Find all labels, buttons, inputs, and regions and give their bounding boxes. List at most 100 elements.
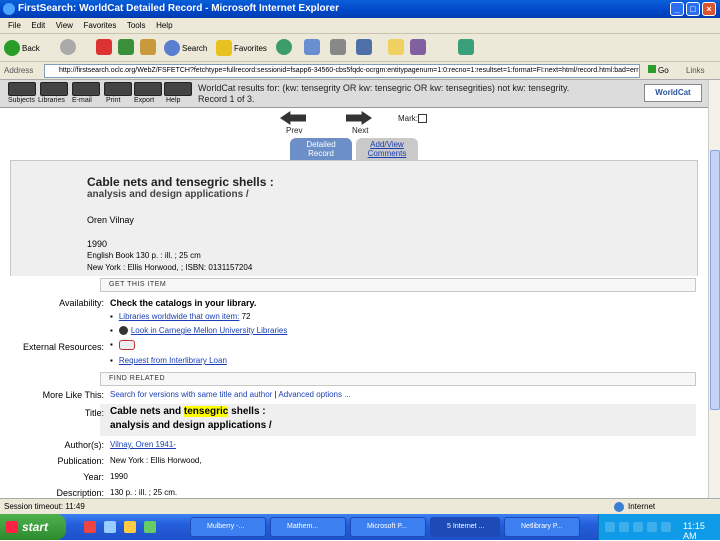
search-results-text: WorldCat results for: (kw: tensegrity OR… (198, 83, 570, 93)
app-quicklaunch-icon[interactable] (144, 521, 156, 533)
volume-icon[interactable] (661, 522, 671, 532)
clock: 11:15 AM (683, 521, 705, 541)
menu-favorites[interactable]: Favorites (83, 21, 116, 30)
print-button[interactable] (104, 82, 132, 96)
libraries-item: Libraries worldwide that own item: 72 (110, 312, 251, 321)
task-mathem[interactable]: Mathem... (270, 517, 346, 537)
tab-add-view-comments[interactable]: Add/View Comments (356, 138, 418, 160)
links-label[interactable]: Links (686, 66, 705, 75)
author-link[interactable]: Vilnay, Oren 1941- (110, 440, 176, 449)
email-label: E-mail (72, 97, 92, 104)
task-netlibrary[interactable]: Netlibrary P... (504, 517, 580, 537)
start-button[interactable]: start (0, 514, 66, 540)
quicklaunch-icon[interactable] (84, 521, 96, 533)
publication-value: New York : Ellis Horwood, (110, 456, 202, 465)
worldcat-logo: WorldCat (644, 84, 702, 102)
menu-tools[interactable]: Tools (127, 21, 146, 30)
libraries-label: Libraries (38, 97, 65, 104)
external-resources-label: External Resources: (22, 342, 104, 352)
task-microsoft-p[interactable]: Microsoft P... (350, 517, 426, 537)
detail-title-line2: analysis and design applications / (110, 420, 272, 431)
title-label: Title: (84, 408, 104, 418)
home-icon[interactable] (140, 39, 156, 55)
versions-link[interactable]: Search for versions with same title and … (110, 390, 272, 399)
author-label: Author(s): (64, 440, 104, 450)
search-button[interactable]: Search (164, 39, 207, 57)
address-input[interactable]: http://firstsearch.oclc.org/WebZ/FSFETCH… (44, 64, 640, 78)
find-related-header: FIND RELATED (100, 372, 696, 386)
availability-text: Check the catalogs in your library. (110, 298, 257, 308)
help-button[interactable] (164, 82, 192, 96)
print-label: Print (106, 97, 121, 104)
favorites-button[interactable]: Favorites (216, 39, 267, 57)
email-button[interactable] (72, 82, 100, 96)
minimize-button[interactable]: _ (670, 2, 684, 16)
vertical-scrollbar[interactable] (708, 80, 720, 498)
zone-label: Internet (628, 502, 656, 511)
ie-quicklaunch-icon[interactable] (124, 521, 136, 533)
title-bar: FirstSearch: WorldCat Detailed Record - … (0, 0, 720, 18)
refresh-icon[interactable] (118, 39, 134, 55)
folder-icon[interactable] (388, 39, 404, 55)
edit-icon[interactable] (356, 39, 372, 55)
export-button[interactable] (134, 82, 162, 96)
menu-bar: File Edit View Favorites Tools Help (0, 18, 720, 34)
back-button[interactable]: Back (4, 39, 40, 57)
history-icon[interactable] (276, 39, 292, 55)
task-internet[interactable]: 5 Internet ... (430, 517, 500, 537)
mark-checkbox[interactable] (418, 114, 427, 123)
mail-icon[interactable] (304, 39, 320, 55)
sfx-item (110, 340, 135, 350)
close-button[interactable]: × (702, 2, 716, 16)
libraries-button[interactable] (40, 82, 68, 96)
libraries-link[interactable]: Libraries worldwide that own item: (119, 312, 240, 321)
tray-icon-2[interactable] (619, 522, 629, 532)
go-arrow-icon (648, 65, 656, 73)
get-this-item-header: GET THIS ITEM (100, 278, 696, 292)
cmu-link[interactable]: Look in Carnegie Mellon University Libra… (131, 326, 288, 335)
menu-edit[interactable]: Edit (31, 21, 45, 30)
go-button[interactable]: Go (648, 65, 669, 75)
taskbar: start Mulberry -... Mathem... Microsoft … (0, 514, 720, 541)
task-mulberry[interactable]: Mulberry -... (190, 517, 266, 537)
internet-zone-icon (614, 502, 624, 512)
export-label: Export (134, 97, 155, 104)
forward-arrow-icon[interactable] (60, 39, 76, 55)
menu-file[interactable]: File (8, 21, 21, 30)
stop-icon[interactable] (96, 39, 112, 55)
next-arrow-icon[interactable] (346, 111, 372, 125)
maximize-button[interactable]: □ (686, 2, 700, 16)
prev-arrow-icon[interactable] (280, 111, 306, 125)
subjects-button[interactable] (8, 82, 36, 96)
print-icon[interactable] (330, 39, 346, 55)
status-bar: Session timeout: 11:49 Internet (0, 498, 720, 514)
research-icon[interactable] (410, 39, 426, 55)
description-value: 130 p. : ill. ; 25 cm. (110, 488, 178, 497)
scrollbar-thumb[interactable] (710, 150, 720, 410)
tray-icon-3[interactable] (633, 522, 643, 532)
record-subtitle: analysis and design applications / (87, 189, 249, 200)
tab-detailed-record[interactable]: Detailed Record (290, 138, 352, 160)
more-like-this-row: Search for versions with same title and … (110, 390, 351, 399)
show-desktop-icon[interactable] (104, 521, 116, 533)
advanced-options-link[interactable]: Advanced options ... (278, 390, 351, 399)
record-year: 1990 (87, 239, 108, 249)
libraries-count: 72 (241, 312, 251, 321)
tray-icon-1[interactable] (605, 522, 615, 532)
page-content: Subjects Libraries E-mail Print Export H… (0, 80, 708, 498)
windows-logo-icon (6, 521, 18, 533)
help-label: Help (166, 97, 181, 104)
detail-section: GET THIS ITEM Availability: Check the ca… (0, 276, 708, 498)
record-author: Oren Vilnay (87, 215, 134, 225)
tray-icon-4[interactable] (647, 522, 657, 532)
mark-label: Mark: (398, 114, 418, 123)
messenger-icon[interactable] (458, 39, 474, 55)
ill-item: Request from Interlibrary Loan (110, 356, 227, 365)
highlighted-term: tensegric (183, 406, 229, 417)
library-icon (118, 326, 128, 336)
ill-link[interactable]: Request from Interlibrary Loan (119, 356, 227, 365)
star-icon (216, 40, 232, 56)
menu-help[interactable]: Help (156, 21, 172, 30)
sfx-icon[interactable] (118, 340, 135, 350)
menu-view[interactable]: View (56, 21, 73, 30)
